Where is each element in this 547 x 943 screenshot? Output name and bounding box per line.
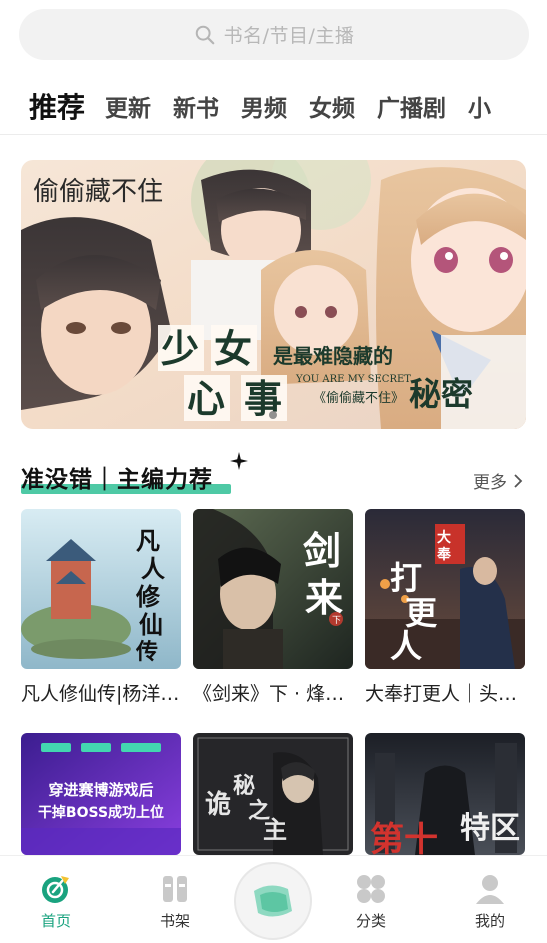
tab-new-books[interactable]: 新书 [173, 89, 219, 123]
svg-text:第十: 第十 [370, 820, 438, 855]
chevron-right-icon [514, 473, 523, 488]
svg-text:心: 心 [187, 376, 225, 421]
tab-male[interactable]: 男频 [241, 89, 287, 123]
banner-subtitle: 《偷偷藏不住》 [313, 391, 404, 406]
cover-line1: 穿进赛博游戏后 [48, 781, 153, 799]
banner-line2: 是最难隐藏的 [272, 344, 393, 368]
svg-text:修: 修 [135, 582, 161, 611]
svg-text:少: 少 [161, 326, 199, 371]
book-cover: 大 奉 打 更 人 [365, 509, 525, 669]
banner-calligraphy: 偷偷藏不住 [33, 177, 163, 207]
cover-line2: 干掉BOSS成功上位 [38, 804, 164, 821]
nav-mine[interactable]: 我的 [450, 872, 530, 931]
tab-update[interactable]: 更新 [105, 89, 151, 123]
tab-radio-drama[interactable]: 广播剧 [377, 89, 446, 123]
player-icon [254, 885, 292, 917]
profile-icon [476, 875, 504, 904]
book-card[interactable]: 诡 秘 之 主 [193, 733, 353, 855]
svg-text:特区: 特区 [460, 811, 520, 846]
svg-text:剑: 剑 [303, 528, 341, 573]
category-tabs: 推荐 更新 新书 男频 女频 广播剧 小 [0, 78, 547, 134]
search-icon [195, 25, 214, 44]
book-card[interactable]: 凡 人 修 仙 传 凡人修仙传|杨洋… [21, 509, 181, 706]
home-icon [42, 876, 69, 903]
tabs-divider [0, 134, 547, 135]
banner-line4: 秘密 [409, 375, 473, 413]
tab-recommend[interactable]: 推荐 [29, 86, 85, 126]
svg-text:秘: 秘 [233, 773, 255, 799]
book-card[interactable]: 剑 来 下 《剑来》下 · 烽… [193, 509, 353, 706]
book-card[interactable]: 大 奉 打 更 人 大奉打更人｜头… [365, 509, 525, 706]
book-title: 大奉打更人｜头… [365, 683, 518, 705]
book-cover: 剑 来 下 [193, 509, 353, 669]
now-playing-button[interactable] [234, 862, 312, 940]
tab-more-cut[interactable]: 小 [468, 89, 491, 123]
svg-text:打: 打 [390, 559, 422, 597]
nav-category[interactable]: 分类 [331, 872, 411, 931]
svg-text:主: 主 [263, 815, 287, 844]
book-card[interactable]: 穿进赛博游戏后 干掉BOSS成功上位 [21, 733, 181, 855]
svg-text:下: 下 [332, 616, 341, 626]
banner-english: YOU ARE MY SECRET [295, 374, 411, 385]
nav-home[interactable]: 首页 [16, 872, 96, 931]
svg-text:诡: 诡 [205, 790, 231, 820]
sparkle-icon [230, 452, 248, 470]
nav-category-label: 分类 [355, 912, 386, 930]
search-bar[interactable]: 书名/节目/主播 [19, 9, 529, 60]
book-card[interactable]: 第十 特区 [365, 733, 525, 855]
book-title: 《剑来》下 · 烽… [193, 683, 345, 705]
book-cover: 穿进赛博游戏后 干掉BOSS成功上位 [21, 733, 181, 855]
nav-bookshelf[interactable]: 书架 [135, 872, 215, 931]
section-title: 准没错｜主编力荐 [21, 467, 213, 493]
svg-text:传: 传 [135, 639, 158, 665]
svg-text:大: 大 [437, 529, 451, 546]
search-placeholder: 书名/节目/主播 [223, 25, 355, 47]
svg-text:女: 女 [214, 326, 252, 371]
promo-banner[interactable]: 偷偷藏不住 少 女 心 事 是最难隐藏的 YOU ARE MY SECRET 秘… [21, 160, 526, 429]
bottom-nav: 首页 书架 分类 我的 [0, 855, 547, 943]
book-cover: 第十 特区 [365, 733, 525, 855]
nav-mine-label: 我的 [474, 912, 505, 930]
bookshelf-icon [163, 876, 187, 902]
svg-text:人: 人 [141, 554, 165, 583]
tab-female[interactable]: 女频 [309, 89, 355, 123]
book-title: 凡人修仙传|杨洋… [21, 683, 180, 705]
category-icon [357, 875, 385, 903]
book-cover: 诡 秘 之 主 [193, 733, 353, 855]
nav-home-label: 首页 [40, 912, 71, 930]
svg-text:凡: 凡 [136, 526, 160, 555]
svg-text:仙: 仙 [139, 610, 163, 639]
more-label: 更多 [473, 473, 507, 493]
nav-bookshelf-label: 书架 [159, 912, 190, 930]
more-link[interactable]: 更多 [473, 468, 523, 493]
svg-text:奉: 奉 [437, 546, 452, 563]
section-header: 准没错｜主编力荐 [21, 460, 231, 496]
book-cover: 凡 人 修 仙 传 [21, 509, 181, 669]
svg-text:人: 人 [390, 627, 422, 665]
